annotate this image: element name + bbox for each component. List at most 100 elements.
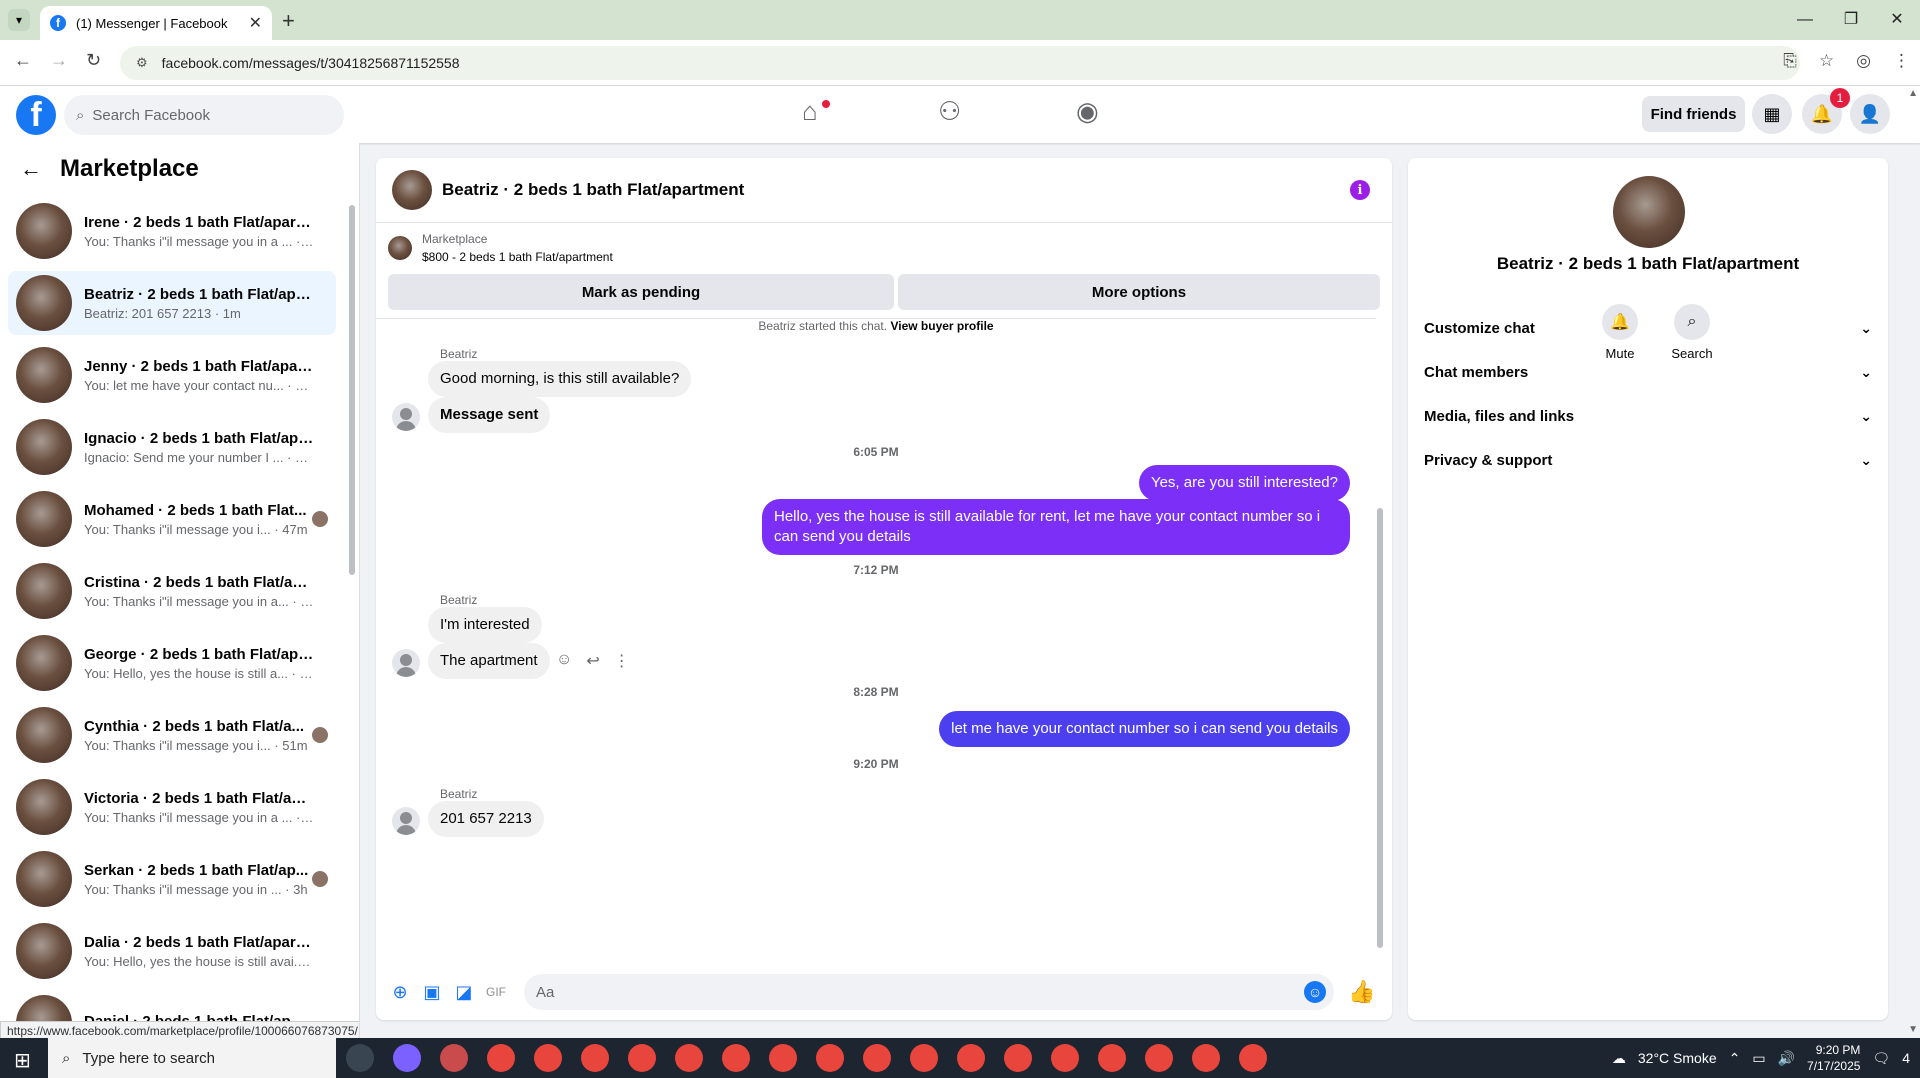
conversation-item[interactable]: Mohamed · 2 beds 1 bath Flat... You: Than… bbox=[8, 487, 336, 551]
chrome-icon[interactable] bbox=[1192, 1044, 1220, 1072]
outgoing-message[interactable]: Hello, yes the house is still available … bbox=[762, 499, 1350, 555]
clock[interactable]: 9:20 PM 7/17/2025 bbox=[1807, 1042, 1860, 1074]
sender-avatar[interactable] bbox=[392, 807, 420, 835]
account-avatar[interactable]: 👤 bbox=[1850, 94, 1890, 134]
sender-avatar[interactable] bbox=[392, 403, 420, 431]
conversation-item-active[interactable]: Beatriz · 2 beds 1 bath Flat/apart... Bea… bbox=[8, 271, 336, 335]
chrome-icon[interactable] bbox=[581, 1044, 609, 1072]
home-icon[interactable]: ⌂ bbox=[802, 96, 818, 127]
outgoing-message[interactable]: Yes, are you still interested? bbox=[1138, 465, 1350, 501]
chrome-icon[interactable] bbox=[1051, 1044, 1079, 1072]
chrome-icon[interactable] bbox=[722, 1044, 750, 1072]
conversation-item[interactable]: Irene · 2 beds 1 bath Flat/apartm... You:… bbox=[8, 199, 336, 263]
groups-icon[interactable]: ◉ bbox=[1076, 96, 1099, 127]
mark-as-pending-button[interactable]: Mark as pending bbox=[388, 274, 894, 310]
more-vertical-icon[interactable]: ⋮ bbox=[614, 651, 630, 671]
message-input[interactable]: Aa ☺ bbox=[524, 974, 1334, 1010]
incoming-message[interactable]: 201 657 2213 bbox=[428, 801, 544, 837]
windows-start-icon[interactable]: ⊞ bbox=[14, 1048, 31, 1073]
friends-icon[interactable]: ⚇ bbox=[938, 96, 961, 127]
plus-circle-icon[interactable]: ⊕ bbox=[384, 982, 416, 1003]
taskbar-search[interactable]: ⌕ Type here to search bbox=[48, 1038, 336, 1078]
incoming-message[interactable]: The apartment bbox=[428, 643, 550, 679]
weather-text[interactable]: 32°C Smoke bbox=[1638, 1050, 1717, 1066]
view-buyer-profile-link[interactable]: View buyer profile bbox=[890, 319, 993, 333]
incoming-message[interactable]: I'm interested bbox=[428, 607, 542, 643]
chrome-icon[interactable] bbox=[1098, 1044, 1126, 1072]
conversation-item[interactable]: Dalia · 2 beds 1 bath Flat/apartm... You:… bbox=[8, 919, 336, 983]
profile-icon[interactable]: ◎ bbox=[1856, 51, 1871, 71]
emoji-icon[interactable]: ☺ bbox=[1304, 981, 1326, 1003]
weather-icon[interactable]: ☁ bbox=[1612, 1050, 1626, 1067]
chrome-icon[interactable] bbox=[675, 1044, 703, 1072]
url-field[interactable]: ⚙ facebook.com/messages/t/30418256871152… bbox=[120, 46, 1800, 80]
customize-chat-section[interactable]: Customize chat ⌄ bbox=[1424, 310, 1872, 346]
task-view-icon[interactable] bbox=[346, 1044, 374, 1072]
info-icon[interactable]: i bbox=[1350, 180, 1370, 200]
install-app-icon[interactable]: ⎘ bbox=[1783, 51, 1797, 71]
find-friends-button[interactable]: Find friends bbox=[1642, 96, 1745, 132]
more-options-button[interactable]: More options bbox=[898, 274, 1380, 310]
tab-close-icon[interactable]: ✕ bbox=[249, 13, 262, 33]
back-arrow-icon[interactable]: ← bbox=[20, 156, 42, 182]
reply-icon[interactable]: ↩ bbox=[586, 651, 599, 671]
chrome-icon[interactable] bbox=[628, 1044, 656, 1072]
chrome-icon[interactable] bbox=[957, 1044, 985, 1072]
photo-icon[interactable]: ▣ bbox=[416, 982, 448, 1003]
copilot-icon[interactable] bbox=[393, 1044, 421, 1072]
bookmark-star-icon[interactable]: ☆ bbox=[1819, 51, 1834, 71]
volume-icon[interactable]: 🔊 bbox=[1778, 1050, 1795, 1067]
notification-center-icon[interactable]: 🗨 bbox=[1872, 1050, 1890, 1067]
browser-menu-icon[interactable]: ⋮ bbox=[1893, 51, 1910, 71]
chrome-icon[interactable] bbox=[769, 1044, 797, 1072]
app-icon[interactable] bbox=[440, 1044, 468, 1072]
conversation-item[interactable]: Cynthia · 2 beds 1 bath Flat/a... You: Th… bbox=[8, 703, 336, 767]
listing-summary[interactable]: Marketplace $800 - 2 beds 1 bath Flat/ap… bbox=[388, 230, 613, 266]
site-info-icon[interactable]: ⚙ bbox=[136, 55, 148, 71]
conversation-item[interactable]: Jenny · 2 beds 1 bath Flat/apart... You: … bbox=[8, 343, 336, 407]
chrome-icon[interactable] bbox=[487, 1044, 515, 1072]
react-emoji-icon[interactable]: ☺ bbox=[556, 651, 572, 671]
chat-listing-thumbnail[interactable] bbox=[392, 170, 432, 210]
incoming-message[interactable]: Good morning, is this still available? bbox=[428, 361, 692, 397]
chrome-icon[interactable] bbox=[816, 1044, 844, 1072]
sender-avatar[interactable] bbox=[392, 649, 420, 677]
chrome-icon[interactable] bbox=[863, 1044, 891, 1072]
conversation-item[interactable]: Cristina · 2 beds 1 bath Flat/apar... You… bbox=[8, 559, 336, 623]
chrome-icon[interactable] bbox=[1145, 1044, 1173, 1072]
incoming-message[interactable]: Message sent bbox=[428, 397, 551, 433]
minimize-button[interactable]: — bbox=[1782, 6, 1828, 34]
outgoing-message[interactable]: let me have your contact number so i can… bbox=[939, 711, 1350, 747]
chat-members-section[interactable]: Chat members ⌄ bbox=[1424, 354, 1872, 390]
conversation-item[interactable]: Victoria · 2 beds 1 bath Flat/apar... You… bbox=[8, 775, 336, 839]
conversation-item[interactable]: George · 2 beds 1 bath Flat/apar... You: … bbox=[8, 631, 336, 695]
network-icon[interactable]: ▭ bbox=[1752, 1050, 1765, 1067]
menu-grid-icon[interactable]: ▦ bbox=[1752, 94, 1792, 134]
listing-photo[interactable] bbox=[1613, 176, 1685, 248]
conversation-item[interactable]: Serkan · 2 beds 1 bath Flat/ap... You: Th… bbox=[8, 847, 336, 911]
reload-icon[interactable]: ↻ bbox=[86, 50, 101, 71]
chat-title[interactable]: Beatriz · 2 beds 1 bath Flat/apartment bbox=[442, 180, 744, 200]
chat-scrollbar[interactable] bbox=[1377, 508, 1383, 948]
back-arrow-icon[interactable]: ← bbox=[14, 50, 32, 71]
forward-arrow-icon[interactable]: → bbox=[50, 50, 68, 71]
new-tab-button[interactable]: + bbox=[282, 8, 295, 34]
browser-tab[interactable]: f (1) Messenger | Facebook ✕ bbox=[40, 6, 272, 40]
thumbs-up-icon[interactable]: 👍 bbox=[1348, 979, 1375, 1005]
media-files-links-section[interactable]: Media, files and links ⌄ bbox=[1424, 398, 1872, 434]
conversation-item[interactable]: Ignacio · 2 beds 1 bath Flat/apar... Igna… bbox=[8, 415, 336, 479]
tab-search-dropdown[interactable]: ▾ bbox=[8, 9, 30, 31]
chrome-icon[interactable] bbox=[910, 1044, 938, 1072]
close-window-button[interactable]: ✕ bbox=[1874, 6, 1920, 34]
sticker-icon[interactable]: ◪ bbox=[448, 982, 480, 1003]
facebook-search-input[interactable]: ⌕ Search Facebook bbox=[64, 95, 344, 135]
gif-icon[interactable]: GIF bbox=[480, 985, 512, 999]
chrome-icon[interactable] bbox=[534, 1044, 562, 1072]
chrome-icon[interactable] bbox=[1239, 1044, 1267, 1072]
tray-chevron-icon[interactable]: ⌃ bbox=[1729, 1050, 1741, 1067]
sidebar-scrollbar[interactable] bbox=[349, 205, 355, 575]
chrome-icon[interactable] bbox=[1004, 1044, 1032, 1072]
facebook-logo-icon[interactable]: f bbox=[16, 95, 56, 135]
privacy-support-section[interactable]: Privacy & support ⌄ bbox=[1424, 442, 1872, 478]
restore-button[interactable]: ❐ bbox=[1828, 6, 1874, 34]
